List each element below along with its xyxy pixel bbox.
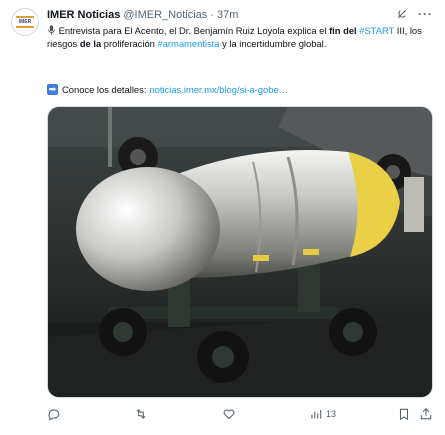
- bomb-photo: [48, 107, 432, 397]
- tweet-header: IMER Noticias @IMER_Noticias · 37m ···: [47, 6, 433, 24]
- like-icon: [223, 409, 235, 420]
- retweet-button[interactable]: [134, 407, 148, 421]
- hashtag-link[interactable]: #armamentista: [157, 38, 219, 49]
- link-line: ➡ Conoce los detalles: noticias.imer.mx/…: [47, 84, 288, 95]
- microphone-icon: [48, 25, 55, 35]
- text-part: fin del: [329, 25, 357, 36]
- text-part: proliferación: [101, 38, 158, 49]
- avatar-text: IMER: [18, 19, 32, 25]
- arrow-right-icon: ➡: [47, 84, 58, 95]
- link-url[interactable]: noticias.imer.mx/blog/si-a-gobe…: [149, 84, 288, 95]
- text-part: y la incertidumbre global.: [219, 38, 327, 49]
- text-part: Entrevista para El Acento, el Dr. Benjam…: [56, 25, 330, 36]
- link-prefix: Conoce los detalles:: [62, 84, 147, 95]
- separator: ·: [210, 9, 214, 21]
- retweet-icon: [136, 409, 146, 419]
- hashtag-link[interactable]: #START: [359, 25, 394, 36]
- bookmark-button[interactable]: [397, 407, 411, 421]
- grok-icon[interactable]: [396, 8, 408, 20]
- bookmark-icon: [399, 408, 409, 421]
- reply-icon: [48, 409, 60, 421]
- views-icon: [311, 409, 322, 419]
- share-icon: [420, 408, 432, 420]
- more-icon[interactable]: ···: [418, 7, 433, 21]
- action-bar: 13: [47, 404, 433, 426]
- views-count: 13: [326, 409, 337, 419]
- text-part: de la: [79, 38, 102, 49]
- handle[interactable]: @IMER_Noticias: [123, 9, 207, 21]
- views-button[interactable]: 13: [309, 407, 336, 421]
- display-name[interactable]: IMER Noticias: [47, 9, 120, 21]
- like-button[interactable]: [222, 407, 236, 421]
- tweet-text: Entrevista para El Acento, el Dr. Benjam…: [47, 24, 433, 50]
- avatar[interactable]: IMER: [11, 8, 39, 36]
- tweet-media-photo[interactable]: [47, 106, 433, 398]
- reply-button[interactable]: [47, 407, 61, 421]
- share-button[interactable]: [419, 407, 433, 421]
- timestamp[interactable]: 37m: [217, 9, 238, 21]
